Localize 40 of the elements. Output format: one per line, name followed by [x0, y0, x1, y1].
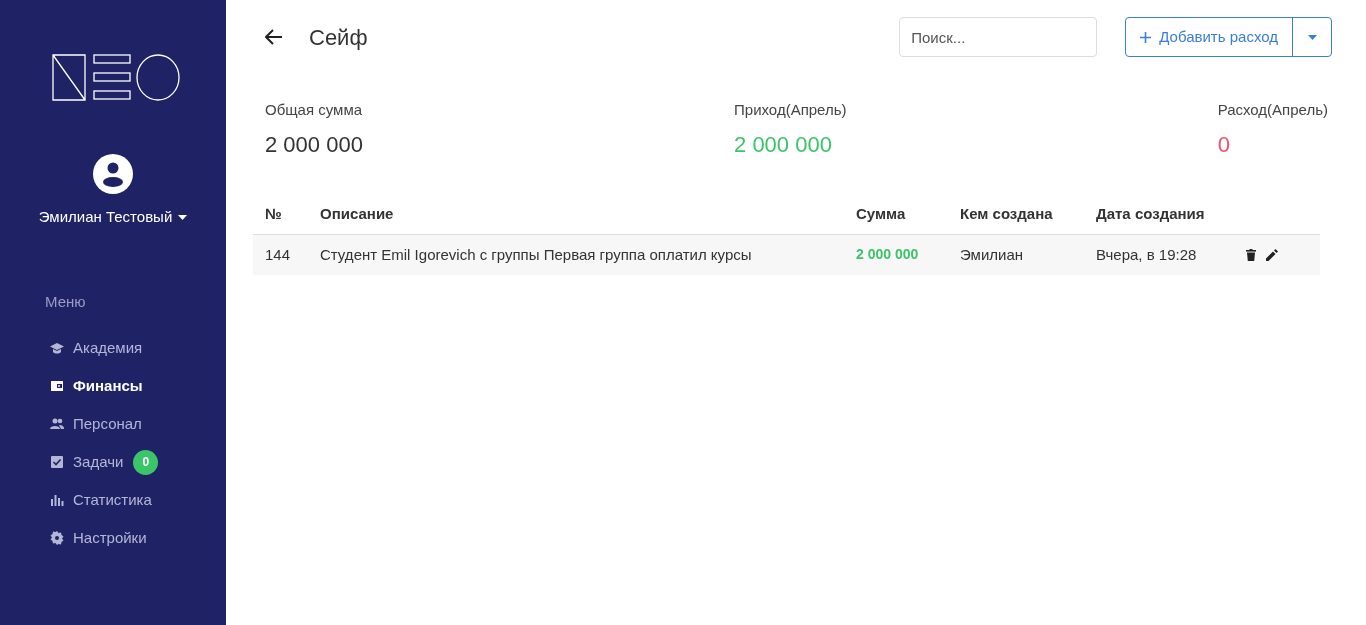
column-header: Кем создана — [948, 194, 1084, 235]
user-menu[interactable]: Эмилиан Тестовый — [38, 206, 188, 229]
menu-item[interactable]: Настройки — [50, 524, 147, 552]
menu-item[interactable]: Персонал — [50, 410, 142, 438]
menu-heading: Меню — [45, 291, 86, 312]
table-cell: 2 000 000 — [844, 234, 948, 275]
stat-value: 2 000 000 — [265, 130, 363, 159]
stat-value: 0 — [1217, 130, 1230, 159]
table-cell: 144 — [253, 234, 308, 275]
column-header: Сумма — [844, 194, 948, 235]
wallet-icon — [50, 379, 64, 393]
edit-pencil-icon[interactable] — [1266, 248, 1278, 261]
stat-label: Приход(Апрель) — [734, 100, 847, 120]
column-header: Дата создания — [1084, 194, 1234, 235]
column-header: Описание — [308, 194, 844, 235]
table-cell: Эмилиан — [948, 234, 1084, 275]
page-title: Сейф — [309, 23, 368, 52]
stat-label: Расход(Апрель) — [1217, 100, 1328, 120]
table-cell: Вчера, в 19:28 — [1084, 234, 1234, 275]
check-icon — [50, 455, 64, 469]
caret-icon — [178, 214, 188, 220]
back-arrow-icon[interactable] — [265, 29, 283, 45]
menu-item[interactable]: Статистика — [50, 486, 152, 514]
caret-icon — [1307, 34, 1317, 40]
column-header: № — [253, 194, 308, 235]
avatar-icon — [93, 154, 133, 194]
stat-label: Общая сумма — [265, 100, 363, 120]
menu-item[interactable]: Академия — [50, 334, 143, 362]
menu-item[interactable]: Задачи 0 — [50, 448, 159, 476]
cap-icon — [50, 341, 64, 355]
menu-item[interactable]: Финансы — [50, 372, 143, 400]
search-field[interactable]: Поиск... — [899, 17, 1098, 57]
stat-value: 2 000 000 — [734, 130, 832, 159]
plus-icon — [1140, 31, 1152, 43]
table-cell: Студент Emil Igorevich с группы Первая группа оплатил курсы — [308, 234, 844, 275]
chart-icon — [50, 493, 64, 507]
gear-icon — [50, 531, 64, 545]
count-badge: 0 — [133, 449, 159, 475]
trash-icon[interactable] — [1246, 248, 1256, 261]
people-icon — [50, 417, 64, 431]
